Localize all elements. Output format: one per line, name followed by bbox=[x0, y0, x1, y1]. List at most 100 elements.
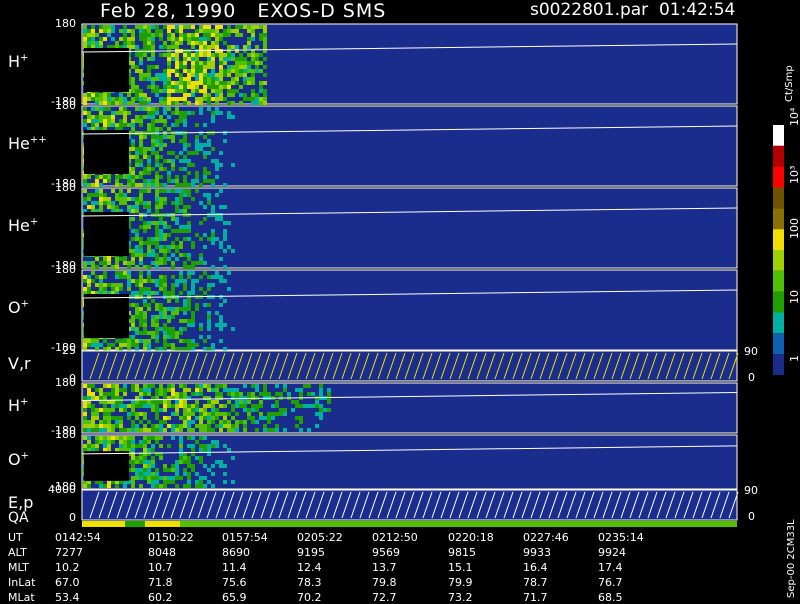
spectrogram-cell bbox=[191, 404, 195, 408]
spectrogram-cell bbox=[107, 205, 111, 209]
spectrogram-cell bbox=[159, 77, 163, 81]
spectrogram-cell bbox=[91, 93, 95, 97]
spectrogram-cell bbox=[239, 404, 243, 408]
spectrogram-cell bbox=[159, 279, 163, 283]
spectrogram-cell bbox=[99, 193, 103, 197]
spectrogram-cell bbox=[207, 335, 211, 339]
spectrogram-cell bbox=[163, 41, 167, 45]
spectrogram-cell bbox=[215, 73, 219, 77]
spectrogram-cell bbox=[195, 37, 199, 41]
spectrogram-cell bbox=[255, 408, 259, 412]
spectrogram-cell bbox=[115, 261, 119, 265]
spectrogram-cell bbox=[147, 400, 151, 404]
spectrogram-cell bbox=[159, 163, 163, 167]
spectrogram-cell bbox=[111, 436, 115, 440]
spectrogram-cell bbox=[111, 97, 115, 101]
spectrogram-cell bbox=[167, 416, 171, 420]
spectrogram-cell bbox=[119, 37, 123, 41]
spectrogram-cell bbox=[151, 408, 155, 412]
spectrogram-cell bbox=[143, 400, 147, 404]
spectrogram-cell bbox=[295, 416, 299, 420]
spectrogram-cell bbox=[131, 448, 135, 452]
spectrogram-cell bbox=[259, 392, 263, 396]
spectrogram-cell bbox=[183, 189, 187, 193]
spectrogram-cell bbox=[279, 412, 283, 416]
spectrogram-cell bbox=[159, 257, 163, 261]
spectrogram-cell bbox=[199, 45, 203, 49]
spectrogram-cell bbox=[107, 283, 111, 287]
spectrogram-cell bbox=[159, 33, 163, 37]
spectrogram-cell bbox=[107, 101, 111, 105]
spectrogram-cell bbox=[87, 261, 91, 265]
spectrogram-cell bbox=[127, 261, 131, 265]
spectrogram-cell bbox=[195, 189, 199, 193]
spectrogram-cell bbox=[155, 484, 159, 488]
spectrogram-cell bbox=[99, 25, 103, 29]
spectrogram-cell bbox=[95, 183, 99, 187]
spectrogram-cell bbox=[127, 265, 131, 269]
spectrogram-cell bbox=[211, 400, 215, 404]
spectrogram-cell bbox=[119, 107, 123, 111]
spectrogram-cell bbox=[83, 175, 87, 179]
spectrogram-cell bbox=[203, 69, 207, 73]
spectrogram-cell bbox=[191, 464, 195, 468]
spectrogram-cell bbox=[131, 77, 135, 81]
spectrogram-cell bbox=[155, 197, 159, 201]
spectrogram-cell bbox=[139, 119, 143, 123]
spectrogram-cell bbox=[207, 424, 211, 428]
spectrogram-cell bbox=[175, 57, 179, 61]
spectrogram-cell bbox=[183, 205, 187, 209]
spectrogram-cell bbox=[171, 41, 175, 45]
spectrogram-cell bbox=[199, 69, 203, 73]
right-axis-tick-bottom: 0 bbox=[748, 371, 755, 384]
spectrogram-cell bbox=[107, 392, 111, 396]
spectrogram-cell bbox=[183, 175, 187, 179]
spectrogram-cell bbox=[135, 412, 139, 416]
spectrogram-cell bbox=[175, 29, 179, 33]
spectrogram-cell bbox=[135, 253, 139, 257]
spectrogram-cell bbox=[171, 37, 175, 41]
spectrogram-cell bbox=[143, 229, 147, 233]
spectrogram-cell bbox=[99, 175, 103, 179]
panel-label-sup: + bbox=[20, 450, 29, 462]
spectrogram-cell bbox=[139, 428, 143, 432]
spectrogram-cell bbox=[119, 347, 123, 351]
spectrogram-cell bbox=[91, 123, 95, 127]
spectrogram-cell bbox=[171, 139, 175, 143]
spectrogram-cell bbox=[175, 189, 179, 193]
spectrogram-cell bbox=[151, 221, 155, 225]
spectrogram-cell bbox=[83, 420, 87, 424]
spectrogram-cell bbox=[259, 53, 263, 57]
spectrogram-cell bbox=[143, 388, 147, 392]
spectrogram-cell bbox=[207, 311, 211, 315]
ephemeris-cell: 73.2 bbox=[448, 591, 473, 604]
spectrogram-cell bbox=[175, 119, 179, 123]
spectrogram-cell bbox=[199, 61, 203, 65]
spectrogram-cell bbox=[191, 265, 195, 269]
spectrogram-cell bbox=[87, 440, 91, 444]
spectrogram-cell bbox=[207, 388, 211, 392]
colorbar-tick: 1 bbox=[788, 355, 800, 362]
spectrogram-cell bbox=[211, 119, 215, 123]
spectrogram-cell bbox=[151, 143, 155, 147]
spectrogram-cell bbox=[139, 97, 143, 101]
spectrogram-cell bbox=[123, 440, 127, 444]
spectrogram-cell bbox=[163, 81, 167, 85]
spectrogram-cell bbox=[199, 484, 203, 488]
spectrogram-cell bbox=[155, 163, 159, 167]
spectrogram-cell bbox=[95, 343, 99, 347]
ephemeris-cell: 70.2 bbox=[297, 591, 322, 604]
spectrogram-cell bbox=[119, 440, 123, 444]
spectrogram-cell bbox=[187, 189, 191, 193]
right-axis-tick-top: 90 bbox=[744, 484, 758, 497]
spectrogram-cell bbox=[147, 41, 151, 45]
spectrogram-cell bbox=[163, 416, 167, 420]
file-label: s0022801.par 01:42:54 bbox=[530, 0, 736, 20]
spectrogram-cell bbox=[99, 392, 103, 396]
spectrogram-cell bbox=[131, 400, 135, 404]
spectrogram-cell bbox=[139, 472, 143, 476]
spectrogram-cell bbox=[143, 241, 147, 245]
spectrogram-cell bbox=[143, 93, 147, 97]
spectrogram-cell bbox=[199, 392, 203, 396]
colorbar-swatch bbox=[773, 333, 784, 355]
